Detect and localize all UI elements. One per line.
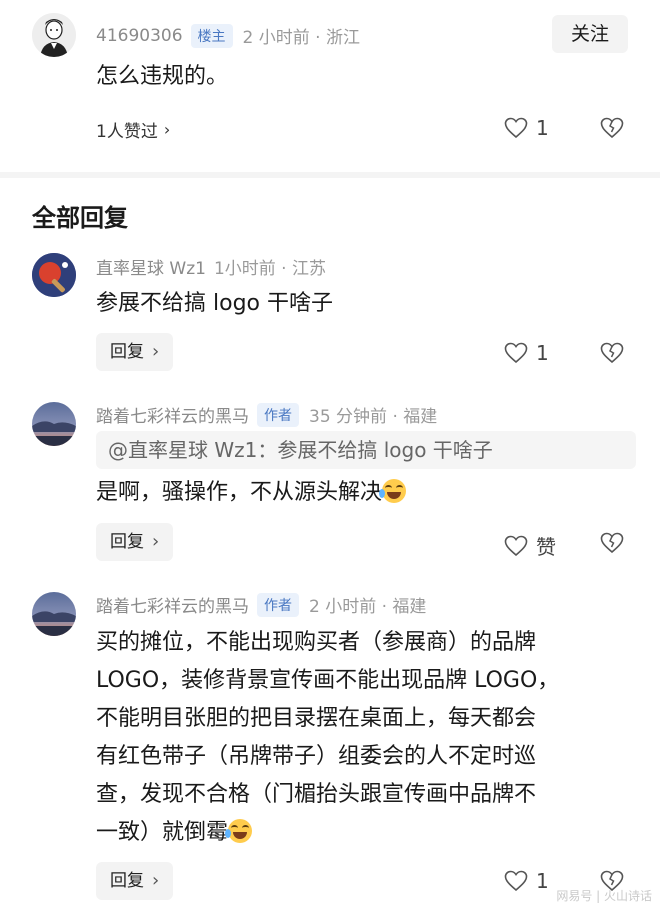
broken-heart-icon (600, 117, 624, 139)
heart-icon (504, 870, 528, 892)
chevron-right-icon: › (163, 120, 171, 139)
reply-1-dislike-button[interactable] (600, 342, 624, 368)
author-badge: 作者 (257, 402, 299, 427)
reply-3-text: 买的摊位，不能出现购买者（参展商）的品牌 LOGO，装修背景宣传画不能出现品牌 … (96, 624, 641, 852)
op-badge: 楼主 (190, 23, 233, 48)
reply-1-reply-label: 回复 (110, 342, 144, 362)
reply-2-quoted-text[interactable]: @直率星球 Wz1：参展不给搞 logo 干啥子 (96, 431, 636, 469)
avatar-portrait-icon (32, 13, 76, 57)
reply-2-reply-label: 回复 (110, 532, 144, 552)
chevron-right-icon: › (152, 870, 160, 891)
author-badge: 作者 (257, 592, 299, 617)
reply-3-time-location: 2 小时前 · 福建 (309, 597, 427, 617)
reply-2-dislike-button[interactable] (600, 532, 624, 558)
reply-3-like-button[interactable]: 1 (504, 869, 549, 893)
reply-3-meta: 踏着七彩祥云的黑马 作者 2 小时前 · 福建 (96, 592, 426, 617)
reply-1-reply-button[interactable]: 回复 › (96, 333, 174, 371)
main-like-count: 1 (536, 116, 549, 140)
reply-3-last-line: 一致）就倒霉 (96, 814, 641, 852)
reply-2-username[interactable]: 踏着七彩祥云的黑马 (96, 402, 249, 427)
avatar-main[interactable] (32, 13, 76, 57)
avatar-reply-2[interactable] (32, 402, 76, 446)
reply-2-text: 是啊，骚操作，不从源头解决 (96, 480, 383, 505)
reply-3-like-count: 1 (536, 869, 549, 893)
broken-heart-icon (600, 342, 624, 364)
section-title: 全部回复 (32, 204, 128, 232)
main-comment-meta: 41690306 楼主 2 小时前 · 浙江 (96, 23, 360, 48)
laugh-cry-emoji-icon (225, 819, 253, 843)
reply-1-text: 参展不给搞 logo 干啥子 (96, 291, 333, 316)
follow-button[interactable]: 关注 (552, 15, 628, 53)
ping-pong-avatar-icon (32, 253, 76, 297)
reply-2-meta: 踏着七彩祥云的黑马 作者 35 分钟前 · 福建 (96, 402, 437, 427)
reply-2-time-location: 35 分钟前 · 福建 (309, 407, 438, 427)
liked-by-label: 1人赞过 (96, 122, 158, 142)
liked-by-link[interactable]: 1人赞过 › (96, 117, 170, 142)
reply-1-like-button[interactable]: 1 (504, 341, 549, 365)
main-comment-text: 怎么违规的。 (96, 64, 229, 89)
reply-1-time-location: 1小时前 · 江苏 (213, 259, 326, 279)
reply-3-text-line: 买的摊位，不能出现购买者（参展商）的品牌 (96, 630, 537, 655)
reply-1-username[interactable]: 直率星球 Wz1 (96, 254, 206, 279)
main-dislike-button[interactable] (600, 117, 624, 143)
laugh-cry-emoji-icon (379, 479, 407, 503)
reply-3-reply-label: 回复 (110, 871, 144, 891)
avatar-reply-1[interactable] (32, 253, 76, 297)
reply-3-text-line: 查，发现不合格（门楣抬头跟宣传画中品牌不 (96, 782, 537, 807)
main-username[interactable]: 41690306 (96, 26, 183, 46)
reply-2-text-row: 是啊，骚操作，不从源头解决 (96, 474, 407, 512)
reply-3-text-line: 有红色带子（吊牌带子）组委会的人不定时巡 (96, 744, 537, 769)
heart-icon (504, 117, 528, 139)
section-divider (0, 172, 660, 178)
sunset-avatar-icon (32, 592, 76, 636)
sunset-avatar-icon (32, 402, 76, 446)
heart-icon (504, 342, 528, 364)
main-like-button[interactable]: 1 (504, 116, 549, 140)
reply-1-meta: 直率星球 Wz1 1小时前 · 江苏 (96, 254, 326, 279)
chevron-right-icon: › (152, 531, 160, 552)
reply-3-text-line: 不能明目张胆的把目录摆在桌面上，每天都会 (96, 706, 537, 731)
chevron-right-icon: › (152, 341, 160, 362)
reply-3-text-line: 一致）就倒霉 (96, 820, 229, 845)
reply-2-reply-button[interactable]: 回复 › (96, 523, 174, 561)
reply-1-like-count: 1 (536, 341, 549, 365)
reply-3-text-line: LOGO，装修背景宣传画不能出现品牌 LOGO， (96, 668, 560, 693)
main-time-location: 2 小时前 · 浙江 (242, 28, 360, 48)
reply-3-reply-button[interactable]: 回复 › (96, 862, 174, 900)
heart-icon (504, 535, 528, 556)
reply-2-like-button[interactable]: 赞 (504, 531, 556, 560)
broken-heart-icon (600, 532, 624, 554)
watermark: 网易号 | 火山诗话 (556, 889, 652, 903)
avatar-reply-3[interactable] (32, 592, 76, 636)
reply-3-username[interactable]: 踏着七彩祥云的黑马 (96, 592, 249, 617)
reply-2-like-label: 赞 (536, 535, 556, 559)
